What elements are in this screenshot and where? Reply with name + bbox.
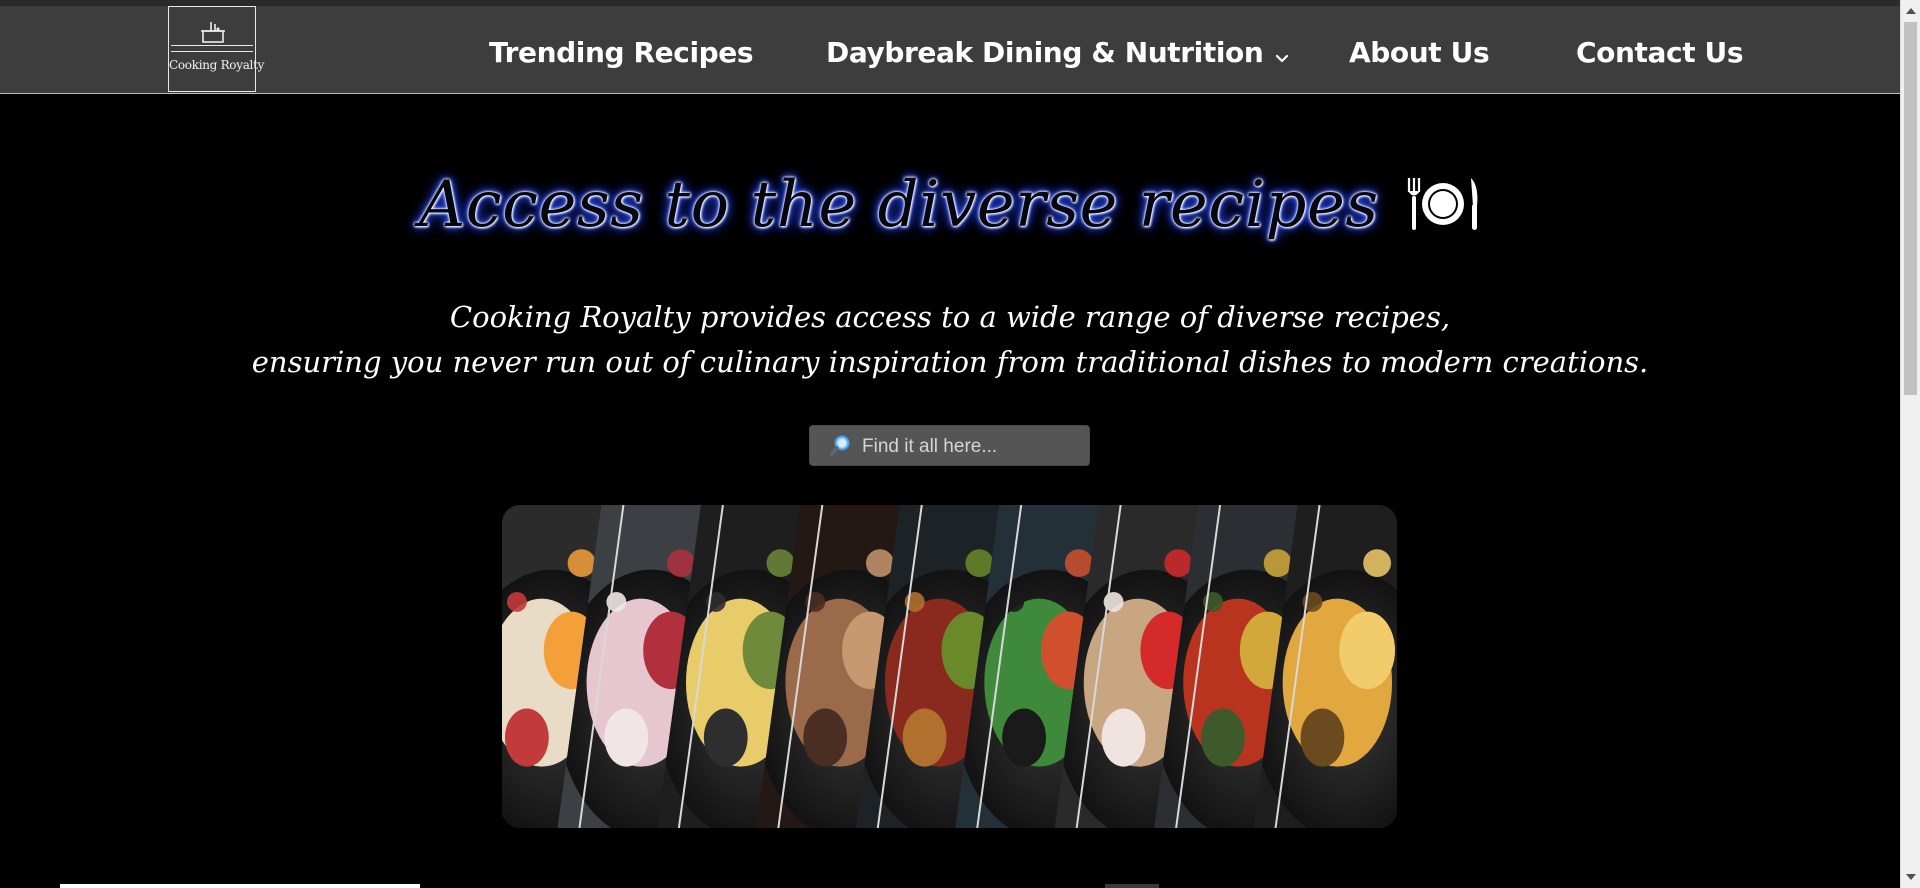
logo-text: Cooking Royalty [169,58,265,72]
food-collage-image [502,505,1397,828]
hero-title-text: Access to the diverse recipes [419,168,1379,242]
logo-frame-top [169,6,255,7]
search-box [809,425,1090,466]
scroll-up-arrow-icon[interactable] [1906,8,1916,14]
nav-item-label: Trending Recipes [489,35,754,69]
chevron-down-icon [1275,38,1289,71]
logo-frame-bottom [169,91,255,92]
nav-item-daybreak-dining[interactable]: Daybreak Dining & Nutrition [826,32,1289,72]
section-edge [60,884,420,888]
nav-item-contact-us[interactable]: Contact Us [1576,32,1744,72]
scroll-down-arrow-icon[interactable] [1906,874,1916,880]
nav-item-label: About Us [1349,35,1490,69]
nav-item-about-us[interactable]: About Us [1349,32,1490,72]
hero-description-line-1: Cooking Royalty provides access to a wid… [449,300,1451,334]
search-icon [830,434,852,460]
page: Cooking Royalty Trending Recipes Daybrea… [0,0,1920,888]
hero-title: Access to the diverse recipes [0,168,1900,242]
logo-divider [171,51,253,52]
search-input[interactable] [860,431,1084,462]
top-navigation-bar: Cooking Royalty Trending Recipes Daybrea… [0,0,1900,94]
hero-description-line-2: ensuring you never run out of culinary i… [251,345,1649,379]
food-collage-banner [502,505,1397,828]
scrollbar-thumb[interactable] [1904,22,1917,395]
nav-item-label: Contact Us [1576,35,1744,69]
vertical-scrollbar[interactable] [1900,0,1920,888]
plate-cutlery-icon [1405,176,1481,240]
section-edge [1105,884,1159,888]
site-logo[interactable]: Cooking Royalty [168,6,265,92]
nav-item-label: Daybreak Dining & Nutrition [826,35,1264,69]
nav-item-trending-recipes[interactable]: Trending Recipes [489,32,754,72]
cooking-pot-icon [200,20,226,48]
